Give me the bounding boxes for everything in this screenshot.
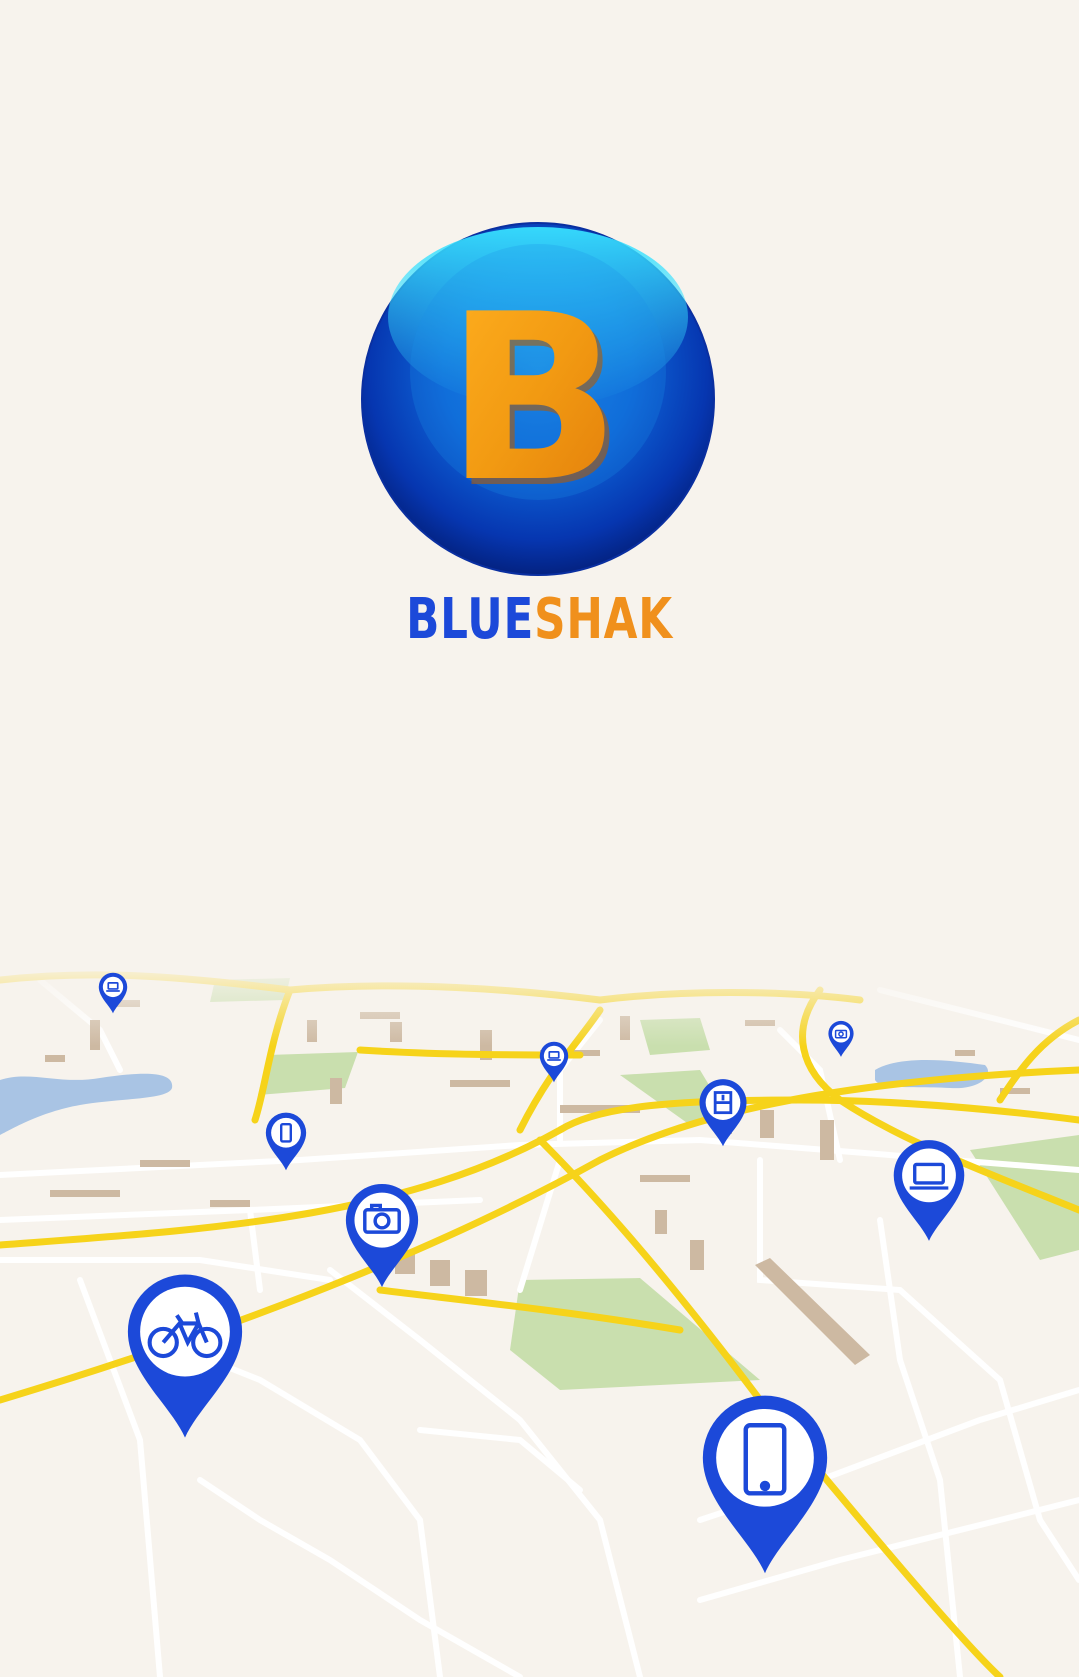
splash-screen: B B BLUESHAK: [0, 0, 1079, 1677]
map-pin-camera-far[interactable]: [826, 1018, 856, 1058]
map-pin-laptop-far[interactable]: [96, 970, 130, 1014]
brand-name: BLUESHAK: [119, 585, 961, 655]
map-pin-laptop-center[interactable]: [537, 1039, 571, 1083]
brand-name-blue: BLUE: [406, 587, 535, 652]
map-pin-bookshelf[interactable]: [695, 1074, 751, 1148]
map-pin-smartphone-mid[interactable]: [262, 1108, 310, 1172]
map-pin-laptop-right[interactable]: [887, 1132, 971, 1244]
map-pin-smartphone-large[interactable]: [691, 1382, 839, 1578]
logo-orb-icon: B B: [361, 222, 715, 576]
map-pin-bicycle[interactable]: [117, 1262, 253, 1442]
app-logo: B B: [361, 222, 715, 576]
brand-name-orange: SHAK: [534, 587, 673, 652]
logo-letter: B: [445, 266, 620, 533]
map-pin-camera-mid[interactable]: [339, 1176, 425, 1290]
